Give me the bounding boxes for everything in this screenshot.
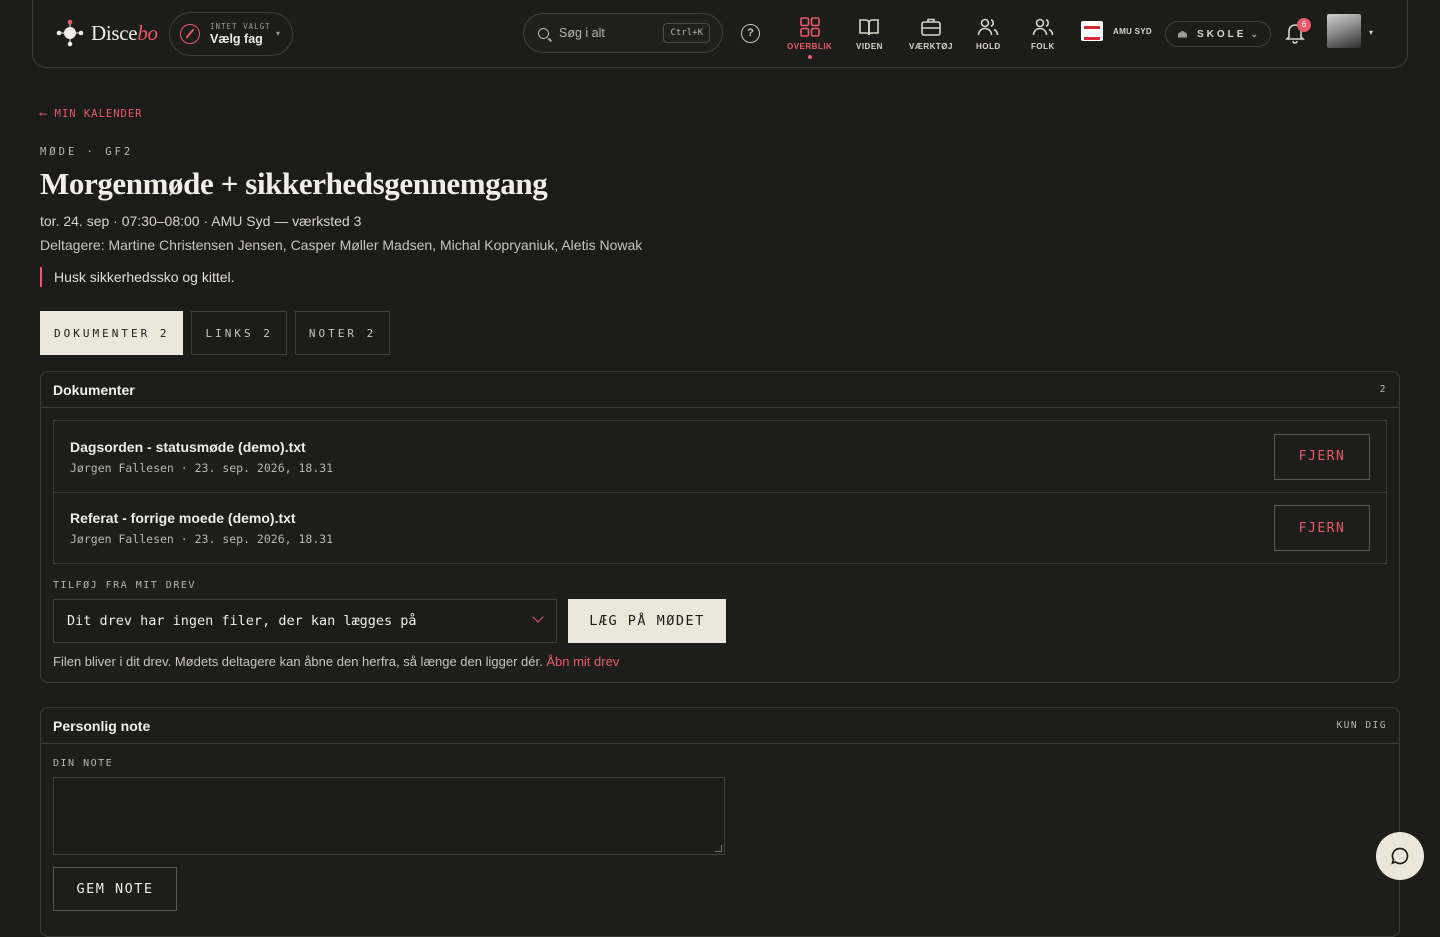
notifications-button[interactable]: 6 <box>1285 18 1311 44</box>
logo-text: Discebo <box>91 20 158 45</box>
documents-count: 2 <box>1379 384 1387 395</box>
personal-note-card: Personlig note KUN DIG DIN NOTE GEM NOTE <box>40 707 1400 937</box>
remove-document-button[interactable]: FJERN <box>1274 433 1370 480</box>
drive-hint-text: Filen bliver i dit drev. Mødets deltager… <box>53 654 543 669</box>
meeting-participants: Deltagere: Martine Christensen Jensen, C… <box>40 237 643 253</box>
nav-folk[interactable]: FOLK <box>1031 16 1055 60</box>
nav-vaerktoej[interactable]: VÆRKTØJ <box>909 16 953 60</box>
meeting-eyebrow: MØDE · GF2 <box>40 146 134 158</box>
school-icon <box>1178 30 1187 38</box>
logo[interactable]: Discebo <box>55 18 158 48</box>
nav-label: FOLK <box>1031 42 1055 51</box>
tab-dokumenter[interactable]: DOKUMENTER 2 <box>40 311 184 355</box>
tab-links[interactable]: LINKS 2 <box>191 311 287 355</box>
save-note-button[interactable]: GEM NOTE <box>53 867 177 911</box>
organization-name: AMU SYD <box>1113 26 1152 36</box>
users-icon <box>978 18 999 36</box>
documents-card-header: Dokumenter 2 <box>41 372 1399 408</box>
logo-mark-icon <box>56 19 84 47</box>
remove-document-button[interactable]: FJERN <box>1274 505 1370 551</box>
caret-down-icon[interactable]: ▾ <box>1369 28 1373 37</box>
active-indicator <box>807 55 812 59</box>
drive-file-select-value: Dit drev har ingen filer, der kan lægges… <box>67 613 417 629</box>
nav-viden[interactable]: VIDEN <box>856 16 883 60</box>
documents-heading: Dokumenter <box>53 381 135 398</box>
school-label: SKOLE <box>1197 28 1247 40</box>
nav-hold[interactable]: HOLD <box>976 16 1001 60</box>
document-row: Dagsorden - statusmøde (demo).txt Jørgen… <box>54 421 1386 492</box>
back-to-calendar-link[interactable]: ⟵ MIN KALENDER <box>40 108 143 120</box>
drive-file-select[interactable]: Dit drev har ingen filer, der kan lægges… <box>53 599 557 643</box>
avatar[interactable] <box>1327 14 1361 48</box>
global-search[interactable]: Søg i alt Ctrl+K <box>523 13 723 53</box>
briefcase-icon <box>921 18 941 36</box>
drive-hint: Filen bliver i dit drev. Mødets deltager… <box>53 654 619 669</box>
note-scope-label: KUN DIG <box>1336 720 1387 731</box>
subject-label: Vælg fag <box>210 32 263 46</box>
organization-logo <box>1081 21 1103 41</box>
note-field-label: DIN NOTE <box>53 758 114 769</box>
subject-status: INTET VALGT <box>210 22 271 31</box>
tab-bar: DOKUMENTER 2 LINKS 2 NOTER 2 <box>40 311 391 355</box>
search-placeholder: Søg i alt <box>559 26 605 40</box>
nav-overblik[interactable]: OVERBLIK <box>787 16 832 60</box>
document-row: Referat - forrige moede (demo).txt Jørge… <box>54 492 1386 563</box>
personal-note-heading: Personlig note <box>53 717 151 734</box>
document-list: Dagsorden - statusmøde (demo).txt Jørgen… <box>53 420 1387 564</box>
search-icon <box>538 27 549 39</box>
compass-icon <box>180 24 200 44</box>
help-icon[interactable]: ? <box>741 24 760 43</box>
book-icon <box>859 19 880 36</box>
notification-count: 6 <box>1297 18 1311 32</box>
chat-bubble-icon <box>1391 847 1409 865</box>
tab-noter[interactable]: NOTER 2 <box>294 311 391 355</box>
add-from-drive-label: TILFØJ FRA MIT DREV <box>53 580 196 591</box>
nav-label: HOLD <box>976 42 1001 51</box>
document-meta: Jørgen Fallesen · 23. sep. 2026, 18.31 <box>70 532 334 546</box>
nav-label: VÆRKTØJ <box>909 42 953 51</box>
open-drive-link[interactable]: Åbn mit drev <box>546 654 619 669</box>
meeting-time-location: tor. 24. sep · 07:30–08:00 · AMU Syd — v… <box>40 213 362 229</box>
organization-switch[interactable]: AMU SYD <box>1081 21 1152 41</box>
page-title: Morgenmøde + sikkerhedsgennemgang <box>40 166 548 201</box>
document-meta: Jørgen Fallesen · 23. sep. 2026, 18.31 <box>70 460 334 475</box>
chevron-down-icon <box>532 611 544 623</box>
personal-note-header: Personlig note KUN DIG <box>41 708 1399 744</box>
chat-button[interactable] <box>1376 832 1424 880</box>
add-to-meeting-button[interactable]: LÆG PÅ MØDET <box>568 599 726 643</box>
meeting-reminder: Husk sikkerhedssko og kittel. <box>40 267 235 287</box>
subject-picker[interactable]: INTET VALGT Vælg fag ▾ <box>169 12 293 56</box>
school-selector[interactable]: SKOLE ⌄ <box>1165 21 1271 47</box>
search-shortcut: Ctrl+K <box>663 23 710 43</box>
grid-icon <box>799 17 820 37</box>
people-icon <box>1032 18 1054 36</box>
caret-down-icon: ▾ <box>275 29 280 38</box>
nav-label: VIDEN <box>856 42 883 51</box>
documents-card: Dokumenter 2 Dagsorden - statusmøde (dem… <box>40 371 1400 683</box>
chevron-down-icon: ⌄ <box>1250 28 1258 39</box>
document-name[interactable]: Dagsorden - statusmøde (demo).txt <box>70 439 333 455</box>
top-navigation-bar: Discebo INTET VALGT Vælg fag ▾ Søg i alt… <box>32 0 1408 68</box>
document-name[interactable]: Referat - forrige moede (demo).txt <box>70 510 333 526</box>
nav-label: OVERBLIK <box>787 42 833 51</box>
note-textarea[interactable] <box>53 777 725 855</box>
